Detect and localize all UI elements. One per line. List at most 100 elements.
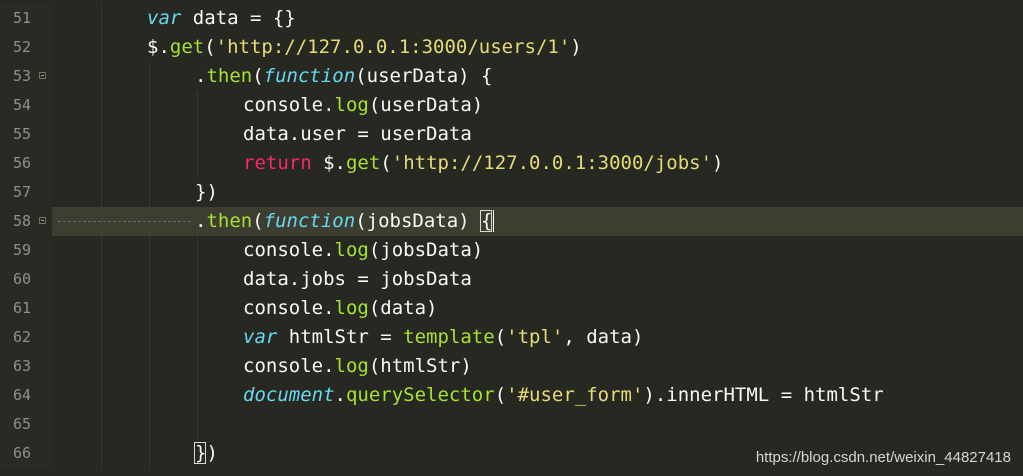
code-text: }) [195,182,218,203]
indent-guide [101,410,103,439]
text-cursor [493,210,495,232]
code-text: document.querySelector('#user_form').inn… [243,385,884,406]
line-number: 66 [13,444,32,462]
fold-toggle-icon[interactable] [39,217,46,224]
code-token: . [195,210,207,232]
indent-guide [101,62,103,91]
fold-toggle-icon[interactable] [39,72,46,79]
function-token: then [206,210,253,232]
line-number: 60 [13,270,32,288]
code-token: console. [243,94,335,116]
line-number: 52 [13,38,32,56]
code-line[interactable]: 52 $.get('http://127.0.0.1:3000/users/1') [0,33,1023,62]
code-text: .then(function(userData) { [195,66,492,87]
indent-guide [197,323,199,352]
indent-guide [149,352,151,381]
indent-guide [149,323,151,352]
code-token: ).innerHTML = htmlStr [643,384,884,406]
code-token: }) [195,181,218,203]
function-token: log [334,297,369,319]
line-gutter: 53 [0,62,52,91]
code-line[interactable]: 64 document.querySelector('#user_form').i… [0,381,1023,410]
code-line[interactable]: 51 var data = {} [0,4,1023,33]
line-gutter: 66 [0,439,52,468]
code-line[interactable]: 54 console.log(userData) [0,91,1023,120]
code-line[interactable]: 58 .then(function(jobsData) { [0,207,1023,236]
line-number: 57 [13,183,32,201]
indent-guide [149,294,151,323]
line-number: 64 [13,386,32,404]
indent-guide [101,439,103,468]
line-number: 51 [13,9,32,27]
function-token: log [334,94,369,116]
line-number: 59 [13,241,32,259]
string-token: '#user_form' [506,384,644,406]
code-text: console.log(htmlStr) [243,356,472,377]
indent-guide [101,323,103,352]
code-token: . [195,65,207,87]
code-token: console. [243,239,335,261]
return-keyword-token: return [243,152,312,174]
code-token: (data) [368,297,438,319]
line-number: 56 [13,154,32,172]
code-token: (jobsData) [368,239,484,261]
code-token: console. [243,297,335,319]
indent-guide [149,381,151,410]
indent-guide [197,236,199,265]
indent-guide [149,178,151,207]
code-line[interactable]: 63 console.log(htmlStr) [0,352,1023,381]
indent-guide [197,381,199,410]
indent-guide [101,352,103,381]
keyword-token: function [263,210,356,232]
keyword-token: var [147,7,182,29]
code-token: , data) [563,326,644,348]
line-number: 65 [13,415,32,433]
code-token: . [334,384,346,406]
indent-guide [149,149,151,178]
indent-guide [101,294,103,323]
indent-guide [197,265,199,294]
line-gutter: 62 [0,323,52,352]
code-line[interactable]: 65 [0,410,1023,439]
function-token: get [169,36,205,58]
string-token: 'http://127.0.0.1:3000/jobs' [391,152,713,174]
line-number: 58 [13,212,32,230]
code-token: data = {} [181,7,296,29]
indent-guide [101,4,103,33]
code-token: ( [380,152,392,174]
line-gutter: 57 [0,178,52,207]
indent-guide [101,381,103,410]
code-token: htmlStr = [277,326,404,348]
code-text: $.get('http://127.0.0.1:3000/users/1') [147,37,582,58]
line-gutter: 52 [0,33,52,62]
code-text: .then(function(jobsData) { [195,211,492,232]
code-line[interactable]: 59 console.log(jobsData) [0,236,1023,265]
code-editor[interactable]: 51 var data = {} 52 $.get('http://127.0.0.1… [0,0,1023,476]
code-token: ( [494,384,507,406]
indent-guide [101,120,103,149]
line-gutter: 58 [0,207,52,236]
indent-guide [149,410,151,439]
code-line[interactable]: 60 data.jobs = jobsData [0,265,1023,294]
indent-guide [149,91,151,120]
code-token: ( [252,65,264,87]
function-token: log [334,239,369,261]
line-gutter: 61 [0,294,52,323]
code-line[interactable]: 55 data.user = userData [0,120,1023,149]
code-token: (htmlStr) [368,355,472,377]
code-line[interactable]: 61 console.log(data) [0,294,1023,323]
code-token: (userData) [368,94,484,116]
code-token: $. [147,36,170,58]
line-number: 63 [13,357,32,375]
code-token: data.jobs = jobsData [243,268,472,290]
line-gutter: 54 [0,91,52,120]
code-line[interactable]: 56 return $.get('http://127.0.0.1:3000/jo… [0,149,1023,178]
code-line[interactable]: 53 .then(function(userData) { [0,62,1023,91]
code-line[interactable]: 62 var htmlStr = template('tpl', data) [0,323,1023,352]
code-token: ) [570,36,582,58]
indent-guide [149,62,151,91]
line-gutter: 55 [0,120,52,149]
line-gutter: 51 [0,4,52,33]
code-line[interactable]: 57}) [0,178,1023,207]
whitespace-marker [58,221,191,222]
